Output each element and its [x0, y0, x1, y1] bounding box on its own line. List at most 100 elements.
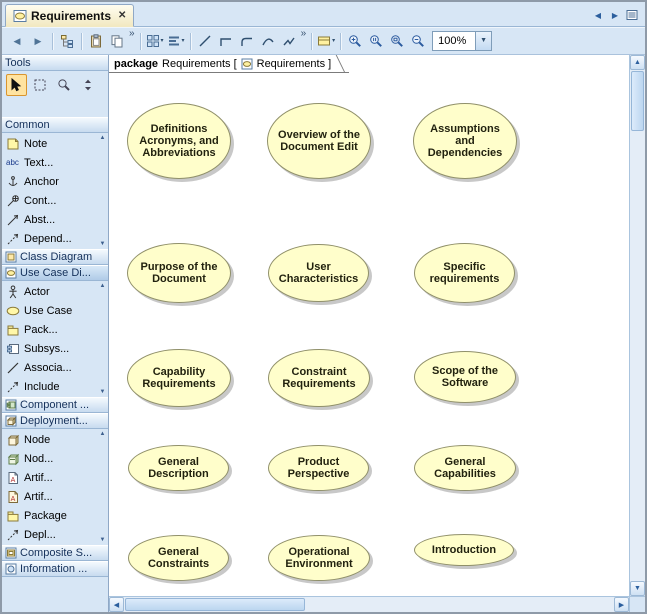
pointer-tool-button[interactable] [6, 74, 27, 96]
paste-button[interactable] [86, 31, 106, 51]
scroll-right-button[interactable]: ▶ [614, 597, 629, 612]
zoom-1-1-button[interactable] [366, 31, 386, 51]
use-case-node[interactable]: General Constraints [128, 535, 229, 581]
sidebar-item-deploy[interactable]: Depl... [4, 525, 98, 544]
palette-header-common[interactable]: Common [2, 117, 108, 133]
svg-text:A: A [11, 496, 16, 503]
use-case-node[interactable]: Constraint Requirements [268, 349, 370, 407]
shape-style-button[interactable]: ▾ [316, 31, 336, 51]
diagram-frame-label[interactable]: package Requirements [ Requirements ] [109, 55, 349, 73]
subsystem-icon [6, 342, 20, 356]
mini-scroll-down-icon[interactable]: ▼ [100, 537, 106, 543]
sidebar-item-use-case[interactable]: Use Case [4, 301, 98, 320]
information-flow-diagram-icon [5, 563, 17, 575]
use-case-node[interactable]: Scope of the Software [414, 351, 516, 403]
copy-button[interactable] [107, 31, 127, 51]
diagram-canvas[interactable]: package Requirements [ Requirements ] De… [109, 55, 645, 612]
close-tab-icon[interactable]: ✕ [118, 10, 126, 21]
use-case-label: General Description [137, 456, 220, 480]
mini-scroll-up-icon[interactable]: ▲ [100, 283, 106, 289]
sidebar-item-package[interactable]: Pack... [4, 320, 98, 339]
scroll-down-button[interactable]: ▼ [630, 581, 645, 596]
deploy-arrow-icon [6, 528, 20, 542]
forward-button[interactable]: ▶ [28, 31, 48, 51]
align-button[interactable]: ▾ [166, 31, 186, 51]
sidebar-item-note[interactable]: Note [4, 134, 98, 153]
palette-header-composite-structure[interactable]: Composite S... [2, 545, 108, 561]
zoom-tool-button[interactable] [54, 74, 75, 96]
use-case-node[interactable]: Definitions Acronyms, and Abbreviations [127, 103, 231, 179]
mini-scroll-down-icon[interactable]: ▼ [100, 389, 106, 395]
use-case-node[interactable]: Introduction [414, 534, 514, 566]
package-icon [6, 509, 20, 523]
use-case-node[interactable]: User Characteristics [268, 244, 369, 302]
sidebar-item-include[interactable]: Include [4, 377, 98, 396]
curved-path-button[interactable] [258, 31, 278, 51]
sidebar-item-package-deployment[interactable]: Package [4, 506, 98, 525]
use-case-node[interactable]: Operational Environment [268, 535, 370, 581]
palette-header-information-flow[interactable]: Information ... [2, 561, 108, 577]
sidebar-item-node-instance[interactable]: Nod... [4, 449, 98, 468]
sidebar-item-containment[interactable]: Cont... [4, 191, 98, 210]
sidebar-item-node[interactable]: Node [4, 430, 98, 449]
rounded-path-button[interactable] [237, 31, 257, 51]
use-case-diagram-icon [13, 9, 27, 23]
use-case-node[interactable]: General Capabilities [414, 445, 516, 491]
back-button[interactable]: ◀ [7, 31, 27, 51]
window-list-button[interactable] [625, 8, 639, 22]
swap-tool-button[interactable] [77, 74, 98, 96]
marquee-tool-button[interactable] [30, 74, 51, 96]
dropdown-arrow-icon: ▾ [332, 38, 335, 44]
scroll-left-button[interactable]: ◀ [109, 597, 124, 612]
sidebar-item-anchor[interactable]: Anchor [4, 172, 98, 191]
use-case-node[interactable]: Assumptions and Dependencies [413, 103, 517, 179]
containment-tree-button[interactable] [57, 31, 77, 51]
scroll-tabs-left-button[interactable]: ◀ [591, 8, 605, 22]
zigzag-line-icon [282, 34, 296, 48]
palette-header-deployment-diagram[interactable]: Deployment... [2, 413, 108, 429]
use-case-label: Purpose of the Document [136, 261, 222, 285]
mini-scroll-down-icon[interactable]: ▼ [100, 241, 106, 247]
use-case-node[interactable]: General Description [128, 445, 229, 491]
use-case-node[interactable]: Specific requirements [414, 243, 515, 303]
use-case-label: Introduction [432, 544, 496, 556]
sidebar-item-subsystem[interactable]: Subsys... [4, 339, 98, 358]
sidebar-item-artifact-instance[interactable]: A Artif... [4, 487, 98, 506]
mini-scroll-up-icon[interactable]: ▲ [100, 135, 106, 141]
zoom-level-value[interactable]: 100% [433, 35, 475, 47]
use-case-node[interactable]: Product Perspective [268, 445, 369, 491]
overflow-chevron[interactable]: » [128, 28, 136, 40]
palette-header-component-diagram[interactable]: Component ... [2, 397, 108, 413]
palette-header-class-diagram[interactable]: Class Diagram [2, 249, 108, 265]
palette-header-tools[interactable]: Tools [2, 55, 108, 71]
zoom-in-button[interactable] [345, 31, 365, 51]
tab-requirements[interactable]: Requirements ✕ [5, 4, 134, 27]
vertical-scroll-thumb[interactable] [631, 71, 644, 131]
zoom-level-combobox[interactable]: 100% ▼ [432, 31, 492, 51]
sidebar-item-artifact[interactable]: A Artif... [4, 468, 98, 487]
sidebar-item-association[interactable]: Associa... [4, 358, 98, 377]
zoom-out-button[interactable] [408, 31, 428, 51]
overflow-chevron[interactable]: » [300, 28, 308, 40]
zoom-dropdown-button[interactable]: ▼ [475, 32, 491, 50]
oblique-path-button[interactable] [195, 31, 215, 51]
sidebar-item-actor[interactable]: Actor [4, 282, 98, 301]
use-case-node[interactable]: Purpose of the Document [127, 243, 231, 303]
deployment-diagram-icon [5, 415, 17, 427]
palette-header-use-case-diagram[interactable]: Use Case Di... [2, 265, 108, 281]
sidebar-item-abstraction[interactable]: Abst... [4, 210, 98, 229]
sidebar-item-text[interactable]: abc Text... [4, 153, 98, 172]
horizontal-scroll-thumb[interactable] [125, 598, 305, 611]
actor-icon [6, 285, 20, 299]
mini-scroll-up-icon[interactable]: ▲ [100, 431, 106, 437]
layout-button[interactable]: ▾ [145, 31, 165, 51]
sidebar-item-dependency[interactable]: Depend... [4, 229, 98, 248]
rectilinear-path-button[interactable] [216, 31, 236, 51]
use-case-node[interactable]: Capability Requirements [127, 349, 231, 407]
spline-path-button[interactable] [279, 31, 299, 51]
scroll-up-button[interactable]: ▲ [630, 55, 645, 70]
horizontal-scrollbar: ◀ ▶ [109, 596, 629, 612]
zoom-fit-button[interactable] [387, 31, 407, 51]
scroll-tabs-right-button[interactable]: ▶ [608, 8, 622, 22]
use-case-node[interactable]: Overview of the Document Edit [267, 103, 371, 179]
